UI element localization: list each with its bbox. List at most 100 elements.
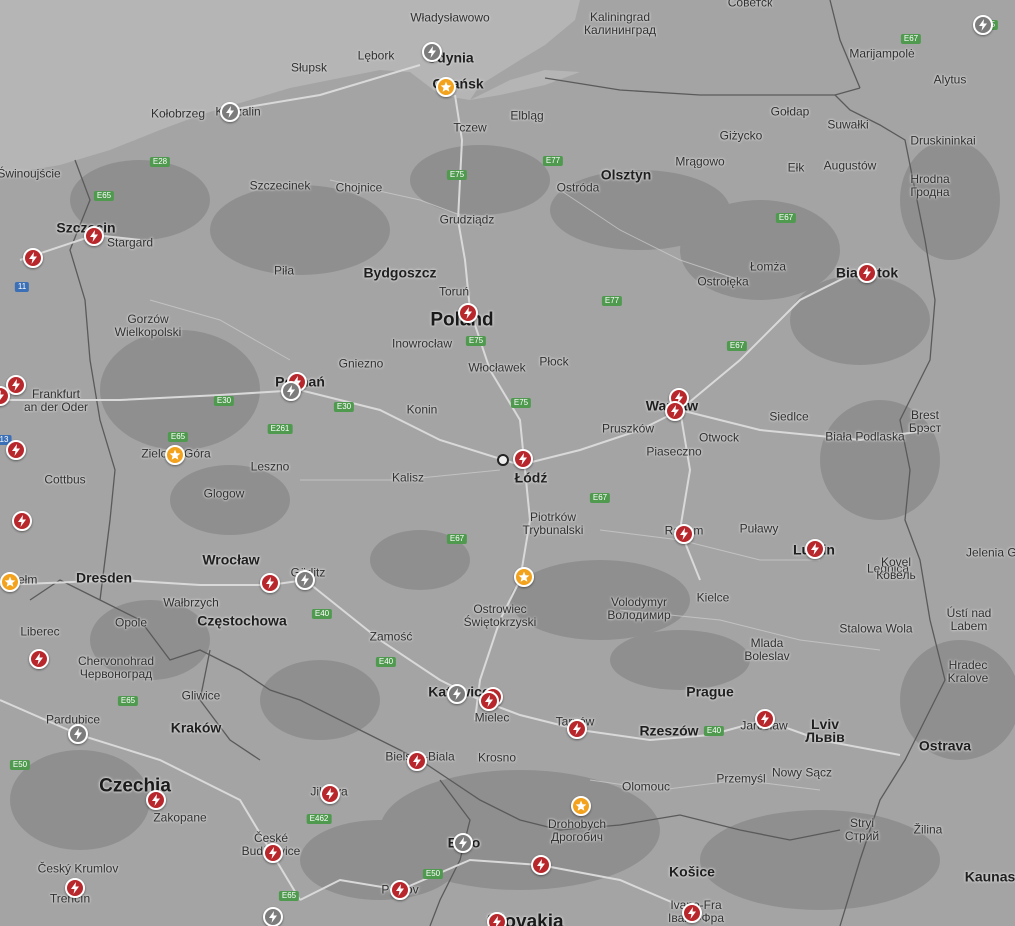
charger-marker-unavailable[interactable] [68, 724, 88, 744]
road-shield: E75 [510, 398, 532, 408]
charger-marker[interactable] [12, 511, 32, 531]
city-label: Piaseczno [646, 444, 702, 459]
city-label: Kielce [696, 590, 730, 605]
star-icon [440, 81, 452, 92]
city-label: Augustów [823, 158, 877, 173]
charger-marker-unavailable[interactable] [295, 570, 315, 590]
charger-marker[interactable] [682, 903, 702, 923]
lightning-icon [35, 653, 43, 665]
charger-marker-unavailable[interactable] [220, 102, 240, 122]
charger-marker[interactable] [407, 751, 427, 771]
city-label: Piła [273, 263, 295, 278]
city-label: Lviv Львів [805, 716, 845, 745]
charger-marker[interactable] [320, 784, 340, 804]
city-label: Słupsk [290, 60, 328, 75]
charger-marker[interactable] [665, 401, 685, 421]
city-label: Toruń [438, 284, 470, 299]
city-label: Opole [114, 615, 148, 630]
city-label: Kalisz [391, 470, 425, 485]
lightning-icon [71, 882, 79, 894]
city-label: Glogow [203, 486, 245, 501]
charger-marker[interactable] [805, 539, 825, 559]
charger-marker[interactable] [260, 573, 280, 593]
city-label: Konin [406, 402, 438, 417]
road-shield: E50 [9, 760, 31, 770]
destination-marker[interactable] [571, 796, 591, 816]
current-location-dot [497, 454, 509, 466]
charger-marker[interactable] [146, 790, 166, 810]
destination-marker[interactable] [0, 572, 20, 592]
city-label: Ostróda [556, 180, 600, 195]
road-shield: E65 [167, 432, 189, 442]
charger-marker[interactable] [390, 880, 410, 900]
charger-marker-unavailable[interactable] [422, 42, 442, 62]
charger-marker-unavailable[interactable] [447, 684, 467, 704]
charger-marker[interactable] [65, 878, 85, 898]
city-label: Gliwice [181, 688, 221, 703]
destination-marker[interactable] [514, 567, 534, 587]
charger-marker-unavailable[interactable] [281, 381, 301, 401]
charger-marker[interactable] [513, 449, 533, 469]
city-label: Ústí nad Labem [946, 606, 992, 633]
charger-marker[interactable] [857, 263, 877, 283]
road-shield: E67 [775, 213, 797, 223]
city-label: Suwałki [827, 117, 869, 132]
charger-marker[interactable] [84, 226, 104, 246]
charger-marker[interactable] [531, 855, 551, 875]
city-label: Bydgoszcz [363, 264, 437, 281]
charger-marker[interactable] [29, 649, 49, 669]
city-label: Ostrava [918, 737, 972, 754]
city-label: Druskininkai [910, 133, 976, 148]
charger-marker[interactable] [479, 691, 499, 711]
road-shield: E28 [149, 157, 171, 167]
city-label: Český Krumlov [37, 861, 119, 876]
city-label: Stryi Стрий [844, 816, 880, 843]
lightning-icon [269, 911, 277, 923]
city-label: Siedlce [769, 409, 809, 424]
charger-marker[interactable] [674, 524, 694, 544]
lightning-icon [671, 405, 679, 417]
charger-marker[interactable] [487, 912, 507, 926]
road-shield: E65 [93, 191, 115, 201]
city-label: Łomża [749, 259, 787, 274]
charger-marker-unavailable[interactable] [263, 907, 283, 926]
city-label: Mielec [474, 710, 510, 725]
charger-marker-unavailable[interactable] [973, 15, 993, 35]
lightning-icon [266, 577, 274, 589]
lightning-icon [537, 859, 545, 871]
charger-marker[interactable] [755, 709, 775, 729]
destination-marker[interactable] [436, 77, 456, 97]
charger-marker[interactable] [6, 440, 26, 460]
lightning-icon [428, 46, 436, 58]
road-shield: E67 [446, 534, 468, 544]
lightning-icon [464, 307, 472, 319]
city-label: Otwock [698, 430, 740, 445]
charger-marker[interactable] [263, 843, 283, 863]
charger-marker-unavailable[interactable] [453, 833, 473, 853]
charger-marker[interactable] [23, 248, 43, 268]
city-label: Zamość [369, 629, 413, 644]
city-label: Košice [669, 863, 715, 880]
road-shield: E50 [422, 869, 444, 879]
city-label: Rzeszów [639, 722, 699, 739]
road-shield: E40 [703, 726, 725, 736]
charger-marker[interactable] [458, 303, 478, 323]
city-label: Częstochowa [197, 612, 287, 629]
charger-marker[interactable] [567, 719, 587, 739]
map-canvas[interactable]: PolandCzechiaSlovakiaWładysławowoGdyniaG… [0, 0, 1015, 926]
city-label: Alytus [933, 72, 967, 87]
city-label: Lębork [357, 48, 395, 63]
lightning-icon [688, 907, 696, 919]
lightning-icon [453, 688, 461, 700]
lightning-icon [301, 574, 309, 586]
city-label: Žilina [913, 822, 943, 837]
lightning-icon [18, 515, 26, 527]
city-label: Grudziądz [439, 212, 495, 227]
city-label: Olsztyn [600, 166, 652, 183]
city-label: Kraków [170, 719, 222, 736]
road-shield: E30 [213, 396, 235, 406]
city-label: Przemyśl [716, 771, 766, 786]
city-label: Jelenia Góra [965, 545, 1015, 560]
destination-marker[interactable] [165, 445, 185, 465]
road-shield: E65 [117, 696, 139, 706]
